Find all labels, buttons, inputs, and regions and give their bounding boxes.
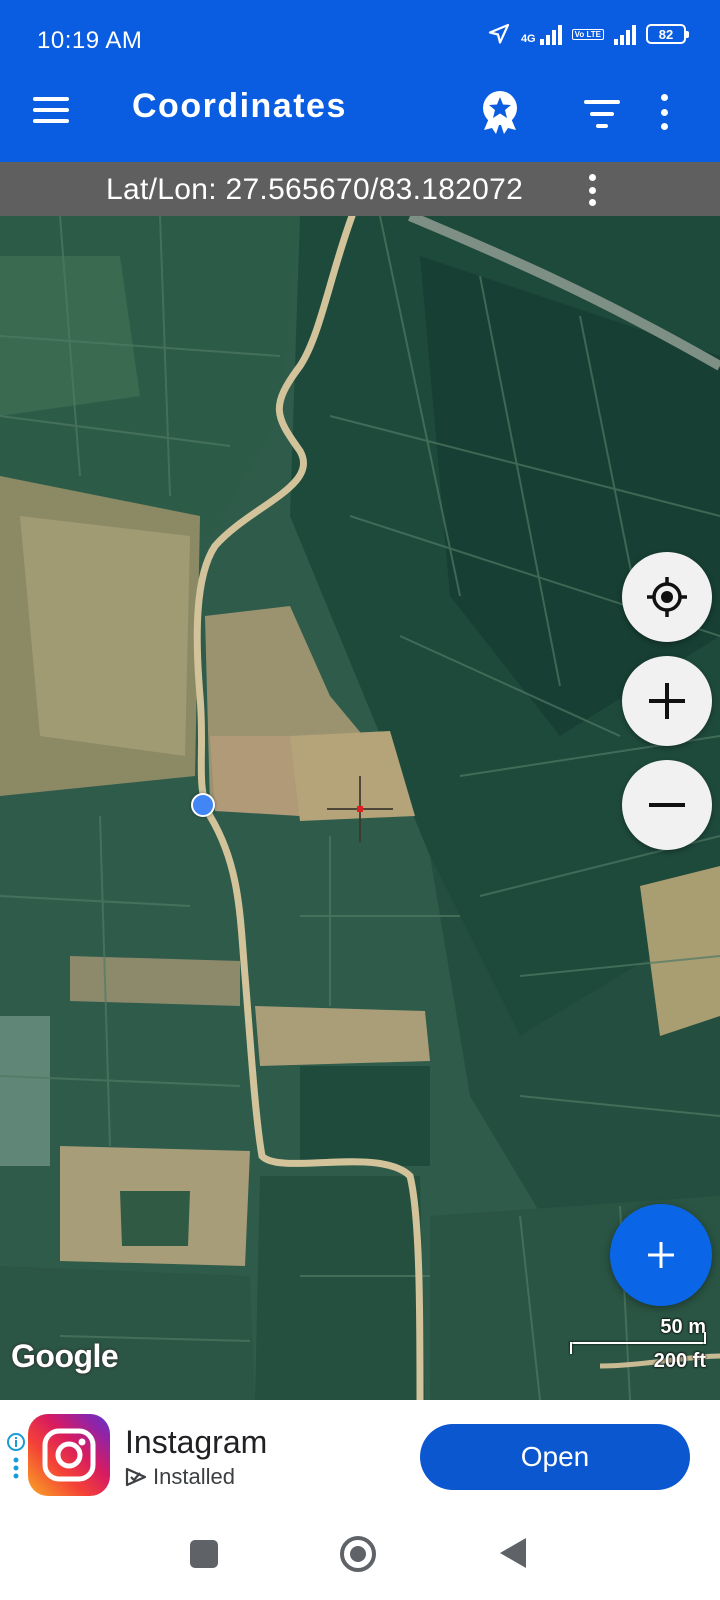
zoom-in-button[interactable] (622, 656, 712, 746)
ad-app-name: Instagram (125, 1424, 268, 1460)
add-location-fab[interactable] (610, 1204, 712, 1306)
filter-icon (584, 100, 620, 104)
app-title: Coordinates (132, 87, 347, 125)
overflow-menu-button[interactable] (658, 94, 670, 130)
system-navigation-bar (0, 1512, 720, 1600)
award-badge-button[interactable] (476, 88, 524, 136)
coordinates-menu-button[interactable] (587, 174, 597, 206)
ad-install-status: Installed (125, 1464, 235, 1490)
volte-badge: Vo LTE (571, 28, 604, 40)
recent-apps-button[interactable] (190, 1540, 218, 1568)
more-vert-icon (588, 174, 596, 181)
battery-level: 82 (658, 26, 674, 42)
scale-metric-label: 50 m (660, 1316, 706, 1338)
zoom-out-button[interactable] (622, 760, 712, 850)
more-vert-icon (660, 94, 668, 101)
home-button[interactable] (340, 1536, 376, 1572)
google-attribution: Google (11, 1338, 119, 1374)
status-time: 10:19 AM (37, 27, 143, 54)
back-button[interactable] (500, 1538, 526, 1568)
battery-indicator: 82 (646, 24, 689, 44)
map-view[interactable]: Google 50 m 200 ft (0, 216, 720, 1400)
coordinates-bar: Lat/Lon: 27.565670/83.182072 (0, 162, 720, 216)
award-badge-icon (483, 91, 517, 134)
installed-check-icon (125, 1467, 147, 1487)
filter-button[interactable] (582, 100, 622, 128)
signal-strength-1: 4G (521, 23, 562, 45)
status-icons: 4G Vo LTE 82 (487, 22, 689, 46)
signal-bars-icon (539, 23, 562, 45)
ad-info-icon[interactable] (6, 1432, 26, 1480)
instagram-logo-icon (28, 1414, 110, 1496)
app-bar: Coordinates (0, 60, 720, 162)
ad-open-button[interactable]: Open (420, 1424, 690, 1490)
minus-icon (649, 803, 685, 807)
status-bar: 10:19 AM 4G Vo LTE 82 (0, 0, 720, 60)
plus-icon (649, 683, 685, 719)
signal-bars-icon-2 (614, 23, 636, 45)
map-scale-bar: 50 m 200 ft (566, 1316, 710, 1376)
location-arrow-icon (488, 23, 510, 44)
scale-imperial-label: 200 ft (653, 1350, 706, 1372)
ad-banner[interactable]: Instagram Installed Open (0, 1400, 720, 1512)
hamburger-icon (33, 97, 69, 101)
my-location-icon (647, 577, 687, 617)
hamburger-menu-button[interactable] (33, 97, 69, 123)
user-location-marker (191, 793, 215, 817)
my-location-button[interactable] (622, 552, 712, 642)
network-type-label: 4G (520, 33, 536, 45)
ad-status-label: Installed (153, 1464, 235, 1489)
plus-icon (648, 1242, 674, 1268)
map-center-crosshair (327, 776, 393, 842)
coordinates-text: Lat/Lon: 27.565670/83.182072 (106, 173, 524, 206)
